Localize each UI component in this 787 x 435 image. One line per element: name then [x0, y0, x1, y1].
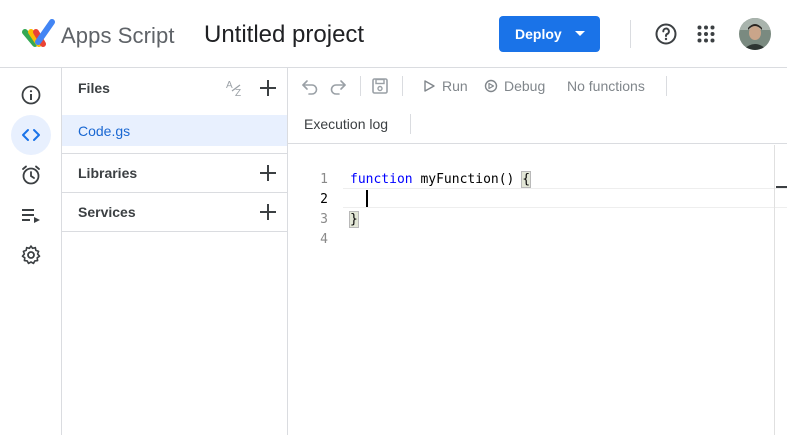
- google-apps-icon[interactable]: [697, 25, 715, 43]
- add-library-icon[interactable]: [258, 163, 278, 183]
- sort-az-icon[interactable]: A Z: [224, 77, 248, 99]
- code-close-brace: }: [349, 211, 359, 228]
- help-icon[interactable]: [654, 22, 678, 46]
- rail-item-overview[interactable]: [11, 75, 51, 115]
- undo-icon[interactable]: [301, 77, 319, 95]
- code-icon: [22, 129, 40, 141]
- info-icon: [21, 85, 41, 105]
- account-avatar[interactable]: [739, 18, 771, 50]
- line-number: 4: [320, 232, 328, 247]
- files-panel: Files A Z Code.gs Libraries Services: [62, 68, 288, 435]
- deploy-label: Deploy: [515, 26, 562, 42]
- debug-button[interactable]: Debug: [484, 76, 545, 96]
- run-button[interactable]: Run: [422, 76, 468, 96]
- services-row: Services: [62, 192, 288, 232]
- code-function-name: myFunction(): [412, 172, 523, 187]
- run-label: Run: [442, 78, 468, 94]
- rail-item-triggers[interactable]: [11, 155, 51, 195]
- project-title[interactable]: Untitled project: [204, 21, 364, 49]
- app-name: Apps Script: [61, 23, 175, 48]
- code-keyword: function: [350, 172, 413, 187]
- line-number: 2: [320, 192, 328, 207]
- libraries-row: Libraries: [62, 153, 288, 193]
- code-line: function myFunction() {: [350, 171, 532, 188]
- top-app-bar: Apps Script Untitled project Deploy: [0, 0, 787, 68]
- services-title: Services: [78, 204, 136, 220]
- svg-text:A: A: [226, 80, 233, 91]
- add-service-icon[interactable]: [258, 202, 278, 222]
- function-select-value: No functions: [567, 78, 645, 94]
- header-divider: [630, 20, 631, 48]
- alarm-clock-icon: [22, 165, 40, 185]
- function-select[interactable]: No functions: [567, 76, 645, 96]
- toolbar-divider: [666, 76, 667, 96]
- code-editor[interactable]: 1 2 3 4 function myFunction() { }: [288, 145, 787, 435]
- debug-label: Debug: [504, 78, 546, 94]
- debug-icon: [484, 79, 498, 93]
- toolbar-divider: [410, 114, 411, 134]
- list-play-icon: [22, 209, 40, 223]
- execution-log-button[interactable]: Execution log: [304, 116, 388, 132]
- caret-down-icon: [575, 31, 585, 36]
- files-title: Files: [78, 80, 110, 96]
- gear-icon: [21, 245, 41, 265]
- redo-icon[interactable]: [329, 77, 347, 95]
- code-open-brace: {: [521, 171, 532, 188]
- file-name: Code.gs: [78, 122, 131, 139]
- current-line-highlight: [343, 188, 787, 208]
- files-header: Files A Z: [62, 68, 288, 108]
- deploy-button[interactable]: Deploy: [499, 16, 600, 52]
- toolbar-divider: [402, 76, 403, 96]
- file-item-code-gs[interactable]: Code.gs: [62, 115, 287, 146]
- svg-text:Z: Z: [235, 88, 241, 99]
- play-icon: [424, 80, 435, 92]
- line-number: 1: [320, 172, 328, 187]
- code-line: }: [349, 211, 359, 228]
- navigation-rail: [0, 68, 62, 435]
- add-file-icon[interactable]: [258, 78, 278, 98]
- text-cursor: [366, 190, 368, 207]
- save-icon[interactable]: [371, 77, 389, 95]
- line-number: 3: [320, 212, 328, 227]
- toolbar-divider: [360, 76, 361, 96]
- libraries-title: Libraries: [78, 165, 138, 181]
- rail-item-project-settings[interactable]: [11, 235, 51, 275]
- overview-ruler-mark: [776, 186, 787, 188]
- rail-item-executions[interactable]: [11, 195, 51, 235]
- apps-script-logo-icon[interactable]: [22, 18, 56, 48]
- editor-toolbar: Run Debug No functions Execution log: [288, 68, 787, 144]
- editor-scrollbar[interactable]: [774, 145, 775, 435]
- divider: [62, 231, 288, 232]
- rail-item-editor[interactable]: [11, 115, 51, 155]
